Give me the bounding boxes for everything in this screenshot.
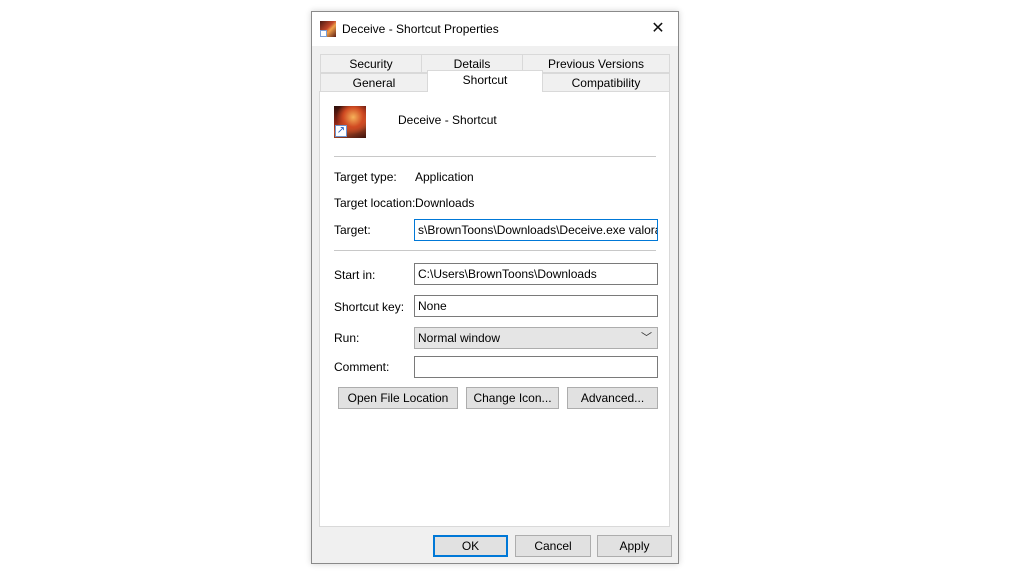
advanced-button[interactable]: Advanced...: [567, 387, 658, 409]
title-bar[interactable]: Deceive - Shortcut Properties ✕: [312, 12, 678, 46]
tab-general[interactable]: General: [320, 73, 428, 92]
run-select[interactable]: Normal window ﹀: [414, 327, 658, 349]
shortcut-name: Deceive - Shortcut: [398, 113, 497, 127]
ok-button[interactable]: OK: [433, 535, 508, 557]
target-location-label: Target location:: [334, 196, 416, 210]
comment-field[interactable]: [414, 356, 658, 378]
open-file-location-button[interactable]: Open File Location: [338, 387, 458, 409]
close-icon: ✕: [651, 20, 665, 37]
apply-button[interactable]: Apply: [597, 535, 672, 557]
separator: [334, 250, 656, 251]
chevron-down-icon: ﹀: [641, 332, 652, 344]
target-type-label: Target type:: [334, 170, 397, 184]
separator: [334, 156, 656, 157]
app-icon-large: ↗: [334, 106, 366, 138]
properties-dialog: Deceive - Shortcut Properties ✕ Security…: [311, 11, 679, 564]
shortcut-key-field[interactable]: None: [414, 295, 658, 317]
close-button[interactable]: ✕: [638, 12, 678, 44]
window-title: Deceive - Shortcut Properties: [342, 22, 499, 36]
tab-security[interactable]: Security: [320, 54, 422, 73]
tab-previous-versions[interactable]: Previous Versions: [522, 54, 670, 73]
target-type-value: Application: [415, 170, 474, 184]
shortcut-arrow-icon: [320, 30, 327, 37]
tab-shortcut[interactable]: Shortcut: [427, 70, 543, 92]
shortcut-key-label: Shortcut key:: [334, 300, 405, 314]
app-icon: [320, 21, 336, 37]
target-location-value: Downloads: [415, 196, 475, 210]
tab-compatibility[interactable]: Compatibility: [542, 73, 670, 92]
shortcut-arrow-icon: ↗: [335, 125, 347, 137]
shortcut-panel: ↗ Deceive - Shortcut Target type: Applic…: [319, 91, 670, 527]
run-label: Run:: [334, 331, 360, 345]
cancel-button[interactable]: Cancel: [515, 535, 591, 557]
target-field[interactable]: s\BrownToons\Downloads\Deceive.exe valor…: [414, 219, 658, 241]
comment-label: Comment:: [334, 360, 390, 374]
start-in-label: Start in:: [334, 268, 376, 282]
change-icon-button[interactable]: Change Icon...: [466, 387, 559, 409]
start-in-field[interactable]: C:\Users\BrownToons\Downloads: [414, 263, 658, 285]
run-selected-value: Normal window: [418, 331, 501, 345]
target-label: Target:: [334, 223, 371, 237]
